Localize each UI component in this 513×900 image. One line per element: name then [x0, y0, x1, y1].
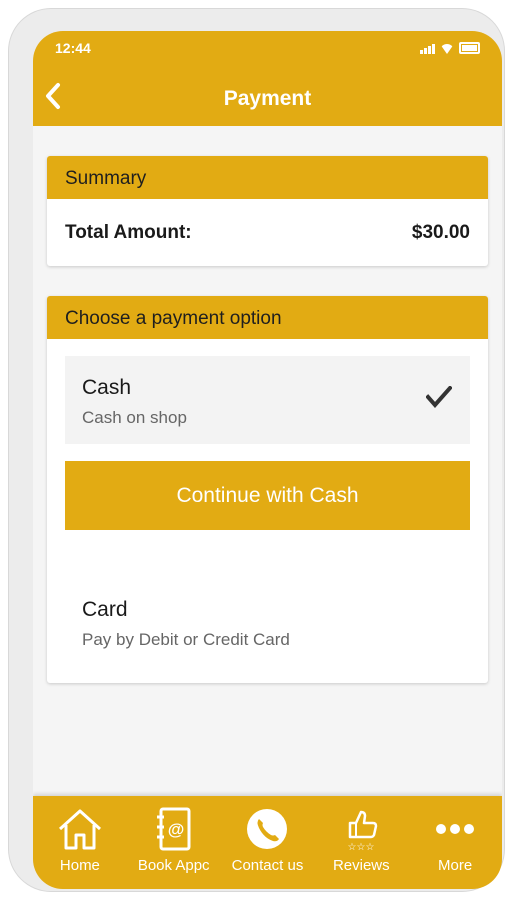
svg-text:☆☆☆: ☆☆☆ [348, 842, 375, 851]
phone-icon [247, 809, 288, 849]
checkmark-icon [426, 386, 452, 408]
home-icon [58, 809, 101, 850]
battery-icon [459, 42, 480, 54]
nav-label: Reviews [332, 857, 390, 874]
signal-icon [420, 44, 435, 54]
status-time: 12:44 [55, 40, 91, 56]
payment-options-card: Choose a payment option Cash Cash on sho… [47, 296, 488, 683]
payment-heading: Choose a payment option [47, 296, 488, 339]
address-book-icon: @ [156, 807, 191, 851]
main-content: Summary Total Amount: $30.00 Choose a pa… [33, 126, 502, 796]
option-title: Cash [82, 376, 132, 399]
nav-item-home[interactable]: Home [33, 796, 127, 889]
nav-item-reviews[interactable]: ☆☆☆ Reviews [314, 796, 408, 889]
total-value: $30.00 [411, 222, 470, 243]
wifi-icon [440, 44, 454, 54]
more-dots-icon [436, 824, 475, 834]
nav-item-book-appointment[interactable]: @ Book Appc [127, 796, 221, 889]
thumbs-up-stars-icon: ☆☆☆ [348, 810, 378, 851]
nav-label: Book Appc [137, 857, 210, 874]
phone-frame: 12:44 Payment Summary Total Amount: $30.… [9, 9, 504, 891]
payment-option-cash[interactable]: Cash Cash on shop [65, 356, 470, 444]
nav-label: More [437, 857, 473, 874]
bottom-nav: Home @ Book Appc Contact us ☆☆☆ Reviews … [33, 796, 502, 889]
nav-label: Contact us [231, 857, 304, 874]
status-icons [420, 42, 480, 54]
option-title: Card [82, 598, 128, 621]
continue-with-cash-button[interactable]: Continue with Cash [65, 461, 470, 530]
summary-card: Summary Total Amount: $30.00 [47, 156, 488, 266]
option-subtitle: Pay by Debit or Credit Card [82, 630, 290, 649]
nav-label: Home [59, 857, 100, 874]
summary-heading: Summary [47, 156, 488, 199]
total-row: Total Amount: $30.00 [47, 199, 488, 266]
app-screen: 12:44 Payment Summary Total Amount: $30.… [33, 31, 502, 889]
nav-item-more[interactable]: More [408, 796, 502, 889]
svg-text:@: @ [167, 820, 184, 839]
nav-item-contact-us[interactable]: Contact us [221, 796, 315, 889]
payment-option-card[interactable]: Card Pay by Debit or Credit Card [65, 578, 470, 668]
total-label: Total Amount: [65, 222, 192, 243]
page-title: Payment [223, 87, 312, 110]
app-header: 12:44 Payment [33, 31, 502, 126]
option-subtitle: Cash on shop [82, 408, 187, 427]
